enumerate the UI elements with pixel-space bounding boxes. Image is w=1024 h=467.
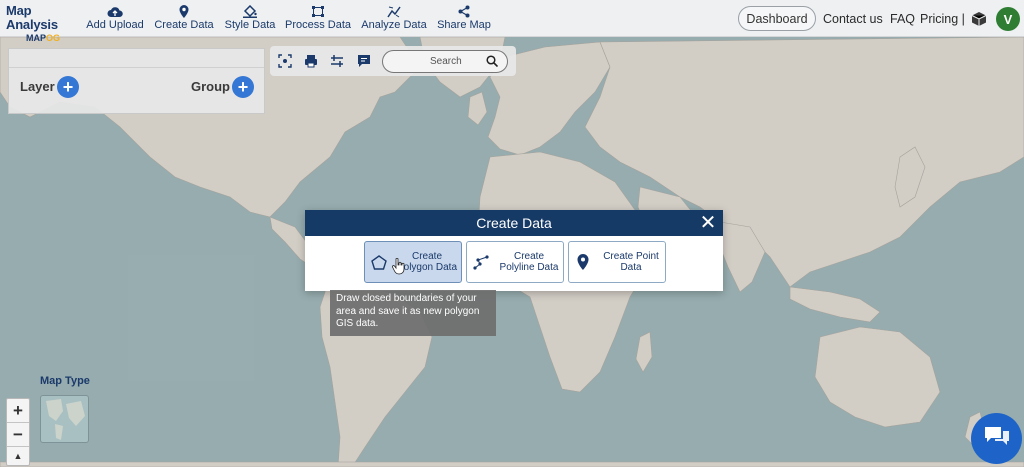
contact-us-link[interactable]: Contact us: [823, 0, 883, 37]
dashboard-button[interactable]: Dashboard: [738, 6, 816, 31]
nav-label: Process Data: [284, 19, 352, 31]
chat-bubble-icon: [984, 426, 1010, 451]
modal-title: Create Data: [476, 215, 552, 231]
logo-title: Map Analysis: [6, 3, 58, 32]
point-pin-icon: [569, 254, 597, 270]
nav-share-map[interactable]: Share Map: [437, 4, 491, 34]
polygon-icon: [365, 254, 393, 270]
nav-label: Share Map: [437, 19, 491, 31]
polyline-icon: [467, 254, 495, 270]
nav-create-data[interactable]: Create Data: [154, 4, 214, 34]
search-placeholder: Search: [430, 56, 462, 67]
zoom-control: + − ▲: [6, 398, 30, 466]
add-group-button[interactable]: +: [232, 76, 254, 98]
faq-link[interactable]: FAQ: [890, 0, 915, 37]
create-data-modal: Create Data ✕ Create Polygon Data Create P…: [305, 210, 723, 291]
panel-header: [9, 49, 264, 68]
cloud-upload-icon: [107, 4, 123, 19]
layer-group-panel: Layer + Group +: [8, 48, 265, 114]
nav-label: Style Data: [224, 19, 276, 31]
cube-icon[interactable]: [971, 11, 987, 32]
map-type-thumbnail[interactable]: [40, 395, 89, 443]
search-icon[interactable]: [486, 55, 499, 70]
process-icon: [311, 4, 325, 19]
layer-label: Layer: [20, 79, 55, 94]
nav-add-upload[interactable]: Add Upload: [86, 4, 144, 34]
modal-header: Create Data ✕: [305, 210, 723, 236]
paint-bucket-icon: [243, 4, 257, 19]
add-layer-button[interactable]: +: [57, 76, 79, 98]
top-navbar: Map Analysis MAPOG Add Upload Create Dat…: [0, 0, 1024, 44]
map-type-label: Map Type: [40, 375, 90, 387]
nav-analyze-data[interactable]: Analyze Data: [361, 4, 427, 34]
compass-button[interactable]: ▲: [7, 447, 29, 465]
chat-button[interactable]: [971, 413, 1022, 464]
user-avatar[interactable]: V: [996, 7, 1020, 31]
nav-process-data[interactable]: Process Data: [284, 4, 352, 34]
nav-style-data[interactable]: Style Data: [224, 4, 276, 34]
hand-cursor-icon: [392, 257, 406, 280]
print-icon[interactable]: [304, 54, 318, 68]
pricing-link[interactable]: Pricing |: [920, 0, 965, 37]
zoom-out-button[interactable]: −: [7, 423, 29, 447]
analyze-icon: [387, 4, 401, 19]
logo-subtitle: MAPOG: [26, 33, 61, 43]
nav-label: Create Data: [154, 19, 214, 31]
create-polyline-data-button[interactable]: Create Polyline Data: [466, 241, 564, 283]
create-point-data-button[interactable]: Create Point Data: [568, 241, 666, 283]
comment-icon[interactable]: [357, 54, 371, 68]
nav-label: Add Upload: [86, 19, 144, 31]
polygon-tooltip: Draw closed boundaries of your area and …: [330, 290, 496, 336]
option-label: Create Polyline Data: [499, 251, 559, 273]
search-input[interactable]: Search: [382, 50, 508, 73]
share-icon: [458, 4, 470, 19]
create-polygon-data-button[interactable]: Create Polygon Data: [364, 241, 462, 283]
map-thumbnail-image: [46, 399, 85, 440]
focus-icon[interactable]: [278, 54, 292, 68]
group-label: Group: [191, 79, 230, 94]
zoom-in-button[interactable]: +: [7, 399, 29, 423]
option-label: Create Point Data: [603, 251, 659, 273]
map-pin-icon: [179, 4, 189, 19]
nav-label: Analyze Data: [361, 19, 427, 31]
app-logo[interactable]: Map Analysis MAPOG: [6, 3, 78, 44]
measure-icon[interactable]: [330, 54, 344, 68]
map-toolbar: Search: [270, 46, 516, 76]
close-icon[interactable]: ✕: [698, 213, 718, 233]
